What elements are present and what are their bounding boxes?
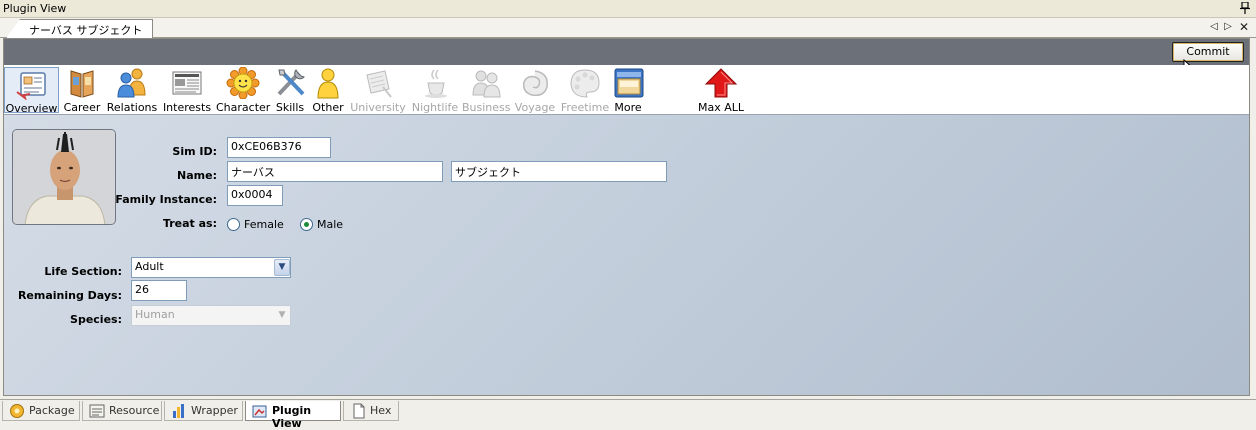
bottom-tab-bar: Package Resource Wrapper Plugin View Hex: [0, 399, 1256, 430]
toolbar-label: Interests: [162, 101, 212, 114]
toolbar-label: Nightlife: [411, 101, 459, 114]
toolbar-label: Relations: [106, 101, 158, 114]
tab-label: Hex: [370, 404, 392, 417]
toolbar-university: University: [350, 67, 406, 114]
tab-wrapper[interactable]: Wrapper: [164, 401, 243, 421]
relations-icon: [117, 68, 146, 98]
plugin-view-icon: [252, 405, 267, 418]
life-section-value: Adult: [135, 260, 164, 273]
female-radio-label[interactable]: Female: [244, 218, 284, 231]
toolbar-overview[interactable]: Overview: [4, 67, 59, 115]
family-instance-field[interactable]: 0x0004: [227, 185, 283, 206]
toolbar-career[interactable]: Career: [62, 67, 102, 114]
tab-plugin-view[interactable]: Plugin View: [245, 401, 341, 430]
character-icon: [226, 67, 260, 99]
toolbar-label: Overview: [5, 102, 58, 115]
species-value: Human: [135, 308, 175, 321]
toolbar-skills[interactable]: Skills: [274, 67, 306, 114]
tab-label: Wrapper: [191, 404, 238, 417]
scroll-left-icon[interactable]: ◁: [1208, 21, 1220, 33]
toolbar-label: Max ALL: [698, 101, 745, 114]
command-bar: Commit: [4, 39, 1249, 65]
tab-hex[interactable]: Hex: [343, 401, 399, 421]
close-icon[interactable]: ✕: [1238, 21, 1250, 33]
tab-label: Resource: [109, 404, 160, 417]
sim-id-label: Sim ID:: [172, 145, 217, 158]
toolbar-label: Freetime: [560, 101, 610, 114]
title-bar: Plugin View: [0, 0, 1256, 18]
wrapper-icon: [173, 404, 184, 418]
species-dropdown: Human: [131, 305, 291, 326]
toolbar-label: University: [350, 101, 406, 114]
overview-icon: [15, 72, 46, 100]
name-label: Name:: [177, 169, 217, 182]
species-dropdown-arrow-icon: ▼: [278, 310, 286, 320]
life-section-dropdown-button[interactable]: ▼: [274, 259, 290, 276]
toolbar-nightlife: Nightlife: [410, 67, 460, 114]
toolbar-label: Voyage: [514, 101, 556, 114]
female-radio[interactable]: [227, 218, 240, 231]
university-icon: [366, 70, 392, 98]
toolbar-label: Other: [312, 101, 344, 114]
life-section-label: Life Section:: [44, 265, 122, 278]
treat-as-label: Treat as:: [162, 217, 217, 230]
last-name-field[interactable]: サブジェクト: [451, 161, 667, 182]
toolbar-business: Business: [462, 67, 511, 114]
family-instance-label: Family Instance:: [115, 193, 217, 206]
toolbar-other[interactable]: Other: [310, 67, 346, 114]
toolbar-label: Character: [216, 101, 271, 114]
plugin-panel: Commit Overview Career Relations Interes…: [3, 38, 1250, 396]
male-radio[interactable]: [300, 218, 313, 231]
other-icon: [317, 68, 339, 99]
voyage-icon: [522, 70, 548, 97]
document-tab[interactable]: ナーバス サブジェクト: [6, 19, 154, 38]
toolbar-label: Skills: [275, 101, 305, 114]
freetime-icon: [570, 69, 600, 98]
nightlife-icon: [425, 69, 447, 98]
window-title: Plugin View: [3, 2, 67, 15]
male-radio-label[interactable]: Male: [317, 218, 343, 231]
sim-id-field[interactable]: 0xCE06B376: [227, 137, 331, 158]
toolbar-relations[interactable]: Relations: [106, 67, 158, 114]
toolbar-voyage: Voyage: [514, 67, 556, 114]
life-section-dropdown[interactable]: Adult: [131, 257, 291, 278]
business-icon: [472, 70, 501, 98]
toolbar-more[interactable]: More: [612, 67, 644, 114]
tab-label: Package: [29, 404, 75, 417]
skills-icon: [277, 69, 305, 96]
career-icon: [70, 70, 94, 98]
first-name-field[interactable]: ナーバス: [227, 161, 443, 182]
max-all-icon: [704, 68, 738, 98]
tab-label: Plugin View: [272, 404, 312, 430]
interests-icon: [172, 71, 202, 95]
pin-icon[interactable]: [1240, 2, 1250, 14]
toolbar-character[interactable]: Character: [216, 67, 271, 114]
document-tab-label: ナーバス サブジェクト: [29, 24, 143, 37]
toolbar-label: Career: [63, 101, 101, 114]
sim-portrait-image: [13, 130, 115, 224]
sim-portrait: [12, 129, 116, 225]
section-toolbar: Overview Career Relations Interests Char…: [4, 65, 1249, 115]
scroll-right-icon[interactable]: ▷: [1222, 21, 1234, 33]
toolbar-label: Business: [462, 101, 511, 114]
remaining-days-label: Remaining Days:: [17, 289, 122, 302]
toolbar-interests[interactable]: Interests: [162, 67, 212, 114]
species-label: Species:: [70, 313, 122, 326]
resource-icon: [89, 404, 105, 418]
more-icon: [614, 68, 644, 98]
document-tab-bar: ナーバス サブジェクト ◁ ▷ ✕: [0, 18, 1256, 38]
remaining-days-field[interactable]: 26: [131, 280, 187, 301]
toolbar-freetime: Freetime: [560, 67, 610, 114]
toolbar-max-all[interactable]: Max ALL: [698, 67, 745, 114]
tab-resource[interactable]: Resource: [82, 401, 162, 421]
toolbar-label: More: [614, 101, 642, 114]
tab-package[interactable]: Package: [2, 401, 80, 421]
package-icon: [10, 404, 24, 418]
hex-icon: [353, 403, 365, 419]
